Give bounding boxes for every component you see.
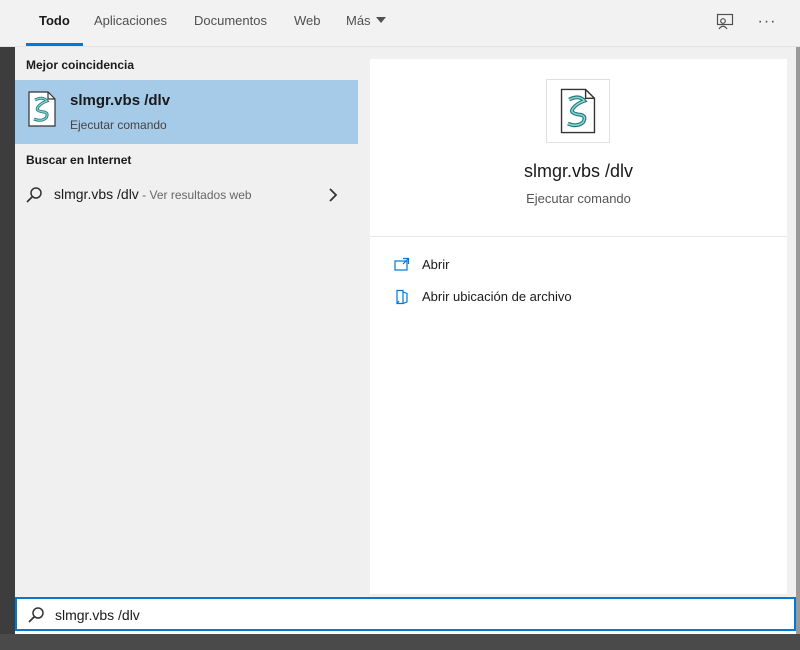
action-abrir-label: Abrir (422, 257, 450, 272)
preview-icon-frame (546, 79, 610, 143)
search-input[interactable] (53, 603, 757, 627)
feedback-button[interactable] (713, 10, 737, 34)
web-search-item[interactable]: slmgr.vbs /dlv - Ver resultados web (15, 180, 358, 210)
preview-header: slmgr.vbs /dlv Ejecutar comando (370, 59, 787, 237)
tab-mas-label: Más (346, 13, 371, 28)
tab-web[interactable]: Web (294, 0, 321, 46)
search-box (15, 597, 796, 631)
web-search-heading: Buscar en Internet (26, 153, 132, 167)
best-match-subtitle: Ejecutar comando (70, 118, 167, 132)
open-icon (394, 257, 410, 271)
vbs-script-icon (28, 91, 56, 127)
web-search-separator: - (138, 188, 150, 202)
action-abrir-ubicacion[interactable]: Abrir ubicación de archivo (394, 287, 654, 309)
chevron-right-icon (329, 188, 338, 202)
preview-pane: slmgr.vbs /dlv Ejecutar comando Abrir Ab… (370, 59, 787, 594)
window-shadow-left (0, 46, 15, 650)
action-abrir-ubicacion-label: Abrir ubicación de archivo (422, 289, 572, 304)
more-options-button[interactable]: ··· (755, 10, 779, 34)
search-tabs-bar: Todo Aplicaciones Documentos Web Más ··· (0, 0, 800, 47)
search-box-icon (28, 607, 44, 623)
best-match-heading: Mejor coincidencia (26, 58, 135, 72)
tab-documentos[interactable]: Documentos (194, 0, 267, 46)
window-shadow-bottom (0, 634, 800, 650)
preview-title: slmgr.vbs /dlv (523, 161, 634, 181)
preview-subtitle: Ejecutar comando (526, 191, 631, 206)
action-abrir[interactable]: Abrir (394, 255, 594, 277)
caret-down-icon (375, 17, 386, 23)
tab-aplicaciones[interactable]: Aplicaciones (94, 0, 167, 46)
results-list: Mejor coincidencia slmgr.vbs /dlv Ejecut… (15, 47, 358, 594)
search-icon (26, 187, 42, 203)
web-search-suffix: Ver resultados web (149, 188, 252, 202)
window-shadow-right (796, 46, 800, 650)
web-search-query: slmgr.vbs /dlv (54, 186, 139, 202)
best-match-title: slmgr.vbs /dlv (70, 92, 171, 109)
more-options-icon: ··· (757, 13, 777, 30)
best-match-item[interactable]: slmgr.vbs /dlv Ejecutar comando (15, 80, 358, 144)
tab-todo[interactable]: Todo (26, 0, 83, 46)
file-location-icon (396, 289, 408, 305)
tab-mas[interactable]: Más (346, 0, 386, 46)
feedback-icon (716, 13, 734, 30)
vbs-script-large-icon (560, 88, 596, 134)
web-search-text: slmgr.vbs /dlv - Ver resultados web (54, 186, 252, 202)
